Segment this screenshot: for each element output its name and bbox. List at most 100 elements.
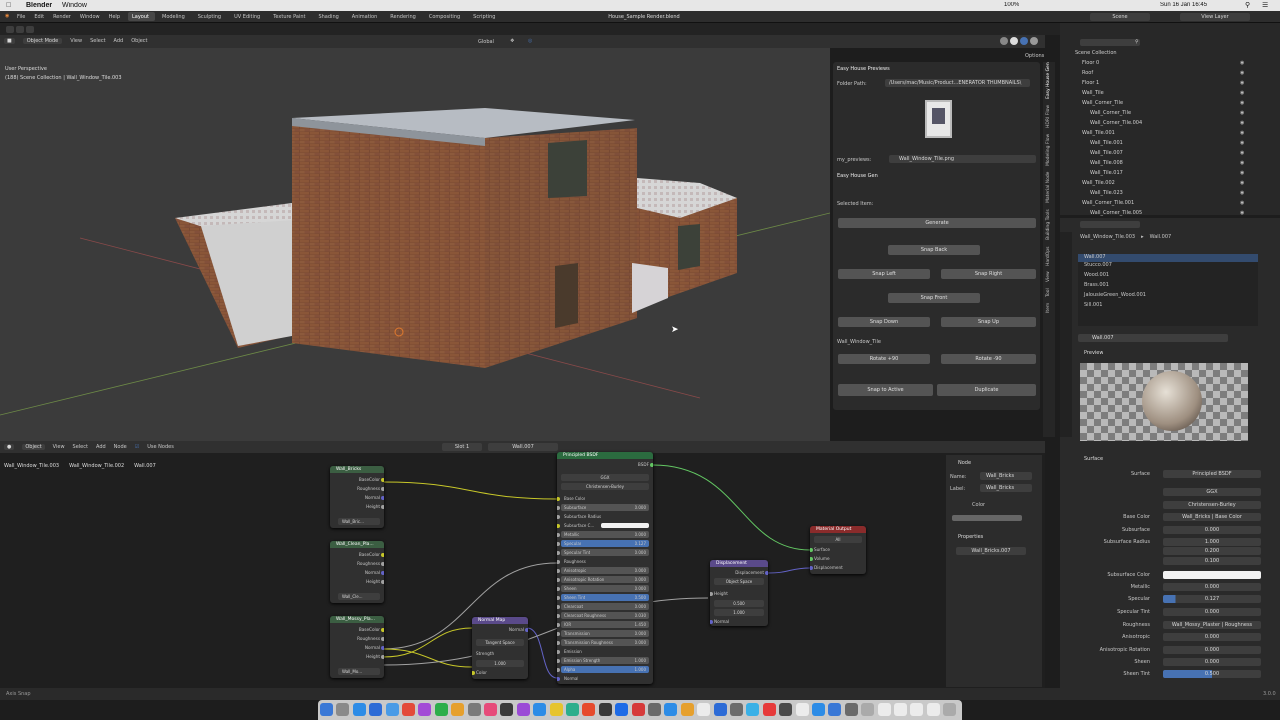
outliner-item[interactable]: Wall_Tile.002 [1082,179,1232,188]
group-node-bricks[interactable]: Wall_Bricks BaseColor Roughness Normal Heigh… [330,466,384,528]
slot-row[interactable]: Sill.001 [1078,302,1258,312]
socket-dot[interactable] [710,591,713,596]
dock-app-icon[interactable] [861,703,875,716]
visibility-eye-icon[interactable]: ◉ [1240,100,1244,106]
outliner-item[interactable]: Wall_Corner_Tile [1090,109,1240,118]
tab-compositing[interactable]: Compositing [429,14,460,20]
bsdf-input-row[interactable]: Anisotropic 0.000 [561,567,649,574]
outliner-item[interactable]: Wall_Corner_Tile.005 [1090,209,1240,218]
socket-dot[interactable] [557,604,560,609]
breadcrumb-material[interactable]: Wall.007 [1150,234,1172,240]
bsdf-input-row[interactable]: Emission Strength 1.000 [561,657,649,664]
prop-field[interactable]: 0.127 [1163,595,1261,603]
outliner-search-input[interactable] [1080,39,1140,46]
group-datablock[interactable]: Wall_Bric... [338,518,380,525]
dock-app-icon[interactable] [484,703,497,716]
editor-type-icon[interactable]: ■ [4,38,15,44]
dock-app-icon[interactable] [894,703,907,716]
bsdf-input-row[interactable]: Sheen 0.000 [561,585,649,592]
material-slot-list[interactable]: Wall.007 Stucco.007 Wood.001 Brass.001 J… [1078,254,1258,326]
generate-button[interactable]: Generate [838,218,1036,228]
menu-extras-icon[interactable]: ☰ [1262,2,1268,10]
node-group-field[interactable]: Wall_Bricks.007 [956,547,1026,555]
bsdf-input-row[interactable]: Specular 0.127 [561,540,649,547]
node-color-toggle[interactable]: Color [972,502,985,508]
snap-up-button[interactable]: Snap Up [941,317,1036,327]
dock-app-icon[interactable] [369,703,383,716]
node-menu-add[interactable]: Add [96,444,106,450]
dock-app-icon[interactable] [664,703,678,716]
properties-search-input[interactable] [1080,221,1140,228]
menu-window[interactable]: Window [80,14,100,20]
slot-row[interactable]: JalousieGreen_Wood.001 [1078,292,1258,302]
socket-dot[interactable] [525,627,528,632]
rotate-minus-button[interactable]: Rotate -90 [941,354,1036,364]
tab-texture-paint[interactable]: Texture Paint [273,14,305,20]
outliner-item[interactable]: Wall_Tile.001 [1082,129,1232,138]
socket-dot[interactable] [557,640,560,645]
visibility-eye-icon[interactable]: ◉ [1240,180,1244,186]
dock-app-icon[interactable] [434,703,448,716]
proportional-edit-icon[interactable]: ◎ [528,38,532,44]
3d-viewport[interactable]: User Perspective (188) Scene Collection … [0,48,830,441]
scene-selector[interactable]: Scene [1090,13,1150,21]
select-subtract-icon[interactable] [26,26,34,33]
breadcrumb-object[interactable]: Wall_Window_Tile.003 [1080,234,1135,240]
bsdf-input-row[interactable]: Sheen Tint 0.500 [561,594,649,601]
socket-dot[interactable] [557,667,560,672]
tab-easy-house-gen[interactable]: Easy House Gen [1043,62,1055,99]
socket-dot[interactable] [557,658,560,663]
bsdf-input-row[interactable]: Transmission 0.000 [561,630,649,637]
clock[interactable]: Sun 16 Jan 16:45 [1160,2,1207,9]
menubar-window[interactable]: Window [62,2,87,10]
material-shading-icon[interactable] [1020,37,1028,45]
strength-field[interactable]: 1.000 [476,660,524,667]
prop-field[interactable]: Christensen-Burley [1163,501,1261,509]
slot-row[interactable]: Brass.001 [1078,282,1258,292]
socket-dot[interactable] [381,627,384,632]
dock-app-icon[interactable] [648,703,661,716]
socket-dot[interactable] [381,477,384,482]
dock-app-icon[interactable] [566,703,579,716]
socket-dot[interactable] [557,532,560,537]
bsdf-input-row[interactable]: Transmission Roughness 0.000 [561,639,649,646]
visibility-eye-icon[interactable]: ◉ [1240,80,1244,86]
select-box-icon[interactable] [6,26,14,33]
outliner-item[interactable]: Wall_Tile.023 [1090,189,1240,198]
visibility-eye-icon[interactable]: ◉ [1240,120,1244,126]
slot-row-active[interactable]: Wall.007 [1078,254,1258,262]
visibility-eye-icon[interactable]: ◉ [1240,150,1244,156]
dock-app-icon[interactable] [549,703,563,716]
tab-uv-editing[interactable]: UV Editing [234,14,260,20]
displacement-node[interactable]: Displacement Displacement Object Space Heig… [710,560,768,626]
visibility-eye-icon[interactable]: ◉ [1240,140,1244,146]
preview-thumbnail[interactable] [925,100,952,138]
outliner-root[interactable]: Scene Collection [1075,49,1117,58]
outliner-item[interactable]: Wall_Corner_Tile [1082,99,1232,108]
tab-animation[interactable]: Animation [352,14,378,20]
socket-dot[interactable] [557,559,560,564]
dock-app-icon[interactable] [516,703,530,716]
dock-app-icon[interactable] [402,703,415,716]
tab-hdri-flow[interactable]: HDRI Flow [1043,105,1055,128]
blender-logo-icon[interactable]: ◉ [5,13,9,19]
subsurface-color-swatch[interactable] [601,523,649,528]
socket-dot[interactable] [557,523,560,528]
socket-dot[interactable] [557,514,560,519]
principled-bsdf-node[interactable]: Principled BSDF BSDF GGX Christensen-Burley… [557,452,653,684]
node-menu-view[interactable]: View [53,444,65,450]
dock-app-icon[interactable] [926,703,940,716]
tab-rendering[interactable]: Rendering [390,14,416,20]
socket-dot[interactable] [557,505,560,510]
group-node-mossy[interactable]: Wall_Mossy_Pla... BaseColor Roughness Norma… [330,616,384,678]
bsdf-input-row[interactable]: Anisotropic Rotation 0.000 [561,576,649,583]
preview-section[interactable]: Preview [1084,350,1103,356]
snap-front-button[interactable]: Snap Front [888,293,980,303]
socket-dot[interactable] [472,670,475,675]
node-section[interactable]: Node [958,460,971,466]
snap-right-button[interactable]: Snap Right [941,269,1036,279]
panel-previews-title[interactable]: Easy House Previews [837,66,890,72]
visibility-eye-icon[interactable]: ◉ [1240,70,1244,76]
prop-field[interactable]: Wall_Bricks | Base Color [1163,513,1261,521]
node-menu-select[interactable]: Select [73,444,88,450]
